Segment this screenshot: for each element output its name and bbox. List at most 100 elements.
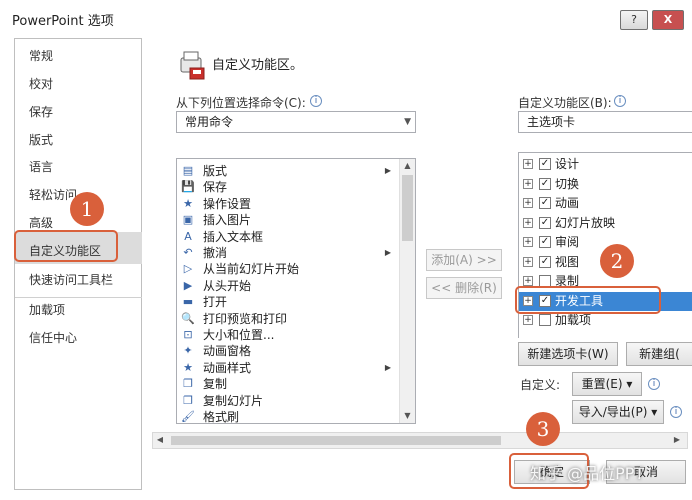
sidebar-item-proofing[interactable]: 校对 — [29, 75, 53, 92]
expand-icon[interactable]: + — [523, 178, 533, 189]
command-label: 打开 — [203, 295, 228, 310]
sidebar-item-layout[interactable]: 版式 — [29, 131, 53, 148]
tab-checkbox[interactable]: ✓ — [539, 158, 551, 170]
command-item[interactable]: ▤ 版式 ▶ — [181, 163, 395, 179]
command-label: 格式刷 — [203, 410, 240, 424]
sidebar-item-addins[interactable]: 加载项 — [29, 301, 65, 318]
expand-icon[interactable]: + — [523, 217, 533, 228]
scroll-right-icon[interactable]: ▶ — [671, 433, 683, 447]
command-item[interactable]: 💾 保存 — [181, 179, 395, 195]
horizontal-scroll-thumb[interactable] — [171, 436, 501, 445]
ribbon-tab-label: 设计 — [555, 157, 580, 171]
command-item[interactable]: ▬ 打开 — [181, 294, 395, 310]
command-label: 插入文本框 — [203, 229, 264, 244]
tab-checkbox[interactable]: ✓ — [539, 216, 551, 229]
start-current-slide-icon: ▷ — [183, 262, 193, 276]
command-item[interactable]: 🔍 打印预览和打印 — [181, 311, 395, 327]
expand-icon[interactable]: + — [523, 237, 533, 247]
sidebar-item-accessibility[interactable]: 轻松访问 — [29, 186, 77, 203]
import-export-button[interactable]: 导入/导出(P) ▾ — [572, 400, 664, 424]
command-item[interactable]: ▣ 插入图片 — [181, 212, 395, 228]
sidebar-item-quick-access[interactable]: 快速访问工具栏 — [29, 271, 113, 288]
choose-commands-dropdown[interactable]: 常用命令 ▼ — [176, 111, 416, 133]
save-icon: 💾 — [181, 180, 195, 194]
command-label: 版式 — [203, 164, 228, 178]
expand-icon[interactable]: + — [523, 256, 533, 267]
expand-icon[interactable]: + — [523, 159, 533, 169]
callout-badge-3: 3 — [526, 412, 560, 446]
format-painter-icon: 🖌 — [181, 410, 195, 423]
commands-scrollbar[interactable]: ▲ ▼ — [399, 159, 415, 423]
print-preview-icon: 🔍 — [181, 311, 195, 325]
command-item[interactable]: ❐ 复制 — [181, 376, 395, 392]
sidebar-item-advanced[interactable]: 高级 — [29, 214, 53, 231]
tab-checkbox[interactable]: ✓ — [539, 255, 551, 268]
customize-ribbon-icon — [180, 51, 205, 80]
expand-icon[interactable]: + — [523, 315, 533, 325]
ribbon-tab-label: 视图 — [555, 254, 580, 269]
sidebar-item-save[interactable]: 保存 — [29, 103, 53, 120]
sidebar-item-trust-center[interactable]: 信任中心 — [29, 329, 77, 346]
info-icon: i — [670, 406, 682, 418]
scroll-down-icon[interactable]: ▼ — [400, 409, 415, 423]
ribbon-tab-item[interactable]: + ✓ 设计 — [519, 155, 692, 174]
window-title: PowerPoint 选项 — [12, 14, 114, 29]
scroll-left-icon[interactable]: ◀ — [154, 433, 166, 447]
command-item[interactable]: 🖌 格式刷 — [181, 409, 395, 424]
ribbon-tab-label: 切换 — [555, 176, 580, 191]
command-item[interactable]: ▷ 从当前幻灯片开始 — [181, 261, 395, 277]
command-item[interactable]: A 插入文本框 — [181, 229, 395, 245]
copy-icon: ❐ — [183, 377, 193, 391]
sidebar-item-general[interactable]: 常规 — [29, 47, 53, 64]
choose-commands-value: 常用命令 — [185, 115, 234, 129]
help-button[interactable]: ? — [620, 10, 648, 30]
remove-button[interactable]: << 删除(R) — [426, 277, 502, 299]
open-folder-icon: ▬ — [182, 295, 194, 309]
reset-button[interactable]: 重置(E) ▾ — [572, 372, 642, 396]
textbox-icon: A — [184, 229, 192, 243]
horizontal-scrollbar[interactable]: ◀ ▶ — [152, 432, 688, 449]
title-bar: PowerPoint 选项 ? X — [0, 0, 692, 38]
command-item[interactable]: ★ 动画样式 ▶ — [181, 360, 395, 376]
tab-checkbox[interactable]: ✓ — [539, 197, 551, 209]
add-button[interactable]: 添加(A) >> — [426, 249, 502, 271]
command-label: 操作设置 — [203, 196, 252, 211]
command-item[interactable]: ❐ 复制幻灯片 — [181, 393, 395, 409]
sidebar-item-language[interactable]: 语言 — [29, 158, 53, 175]
command-item[interactable]: ▶ 从头开始 — [181, 278, 395, 294]
expand-icon[interactable]: + — [523, 198, 533, 208]
command-label: 大小和位置... — [203, 328, 275, 342]
expand-icon[interactable]: + — [523, 276, 533, 286]
tab-checkbox[interactable]: ✓ — [539, 177, 551, 190]
command-item[interactable]: ✦ 动画窗格 — [181, 343, 395, 359]
action-settings-icon: ★ — [183, 196, 193, 210]
command-item[interactable]: ★ 操作设置 — [181, 196, 395, 212]
new-tab-button[interactable]: 新建选项卡(W) — [518, 342, 618, 366]
commands-list[interactable]: ▤ 版式 ▶ 💾 保存 ★ 操作设置 ▣ 插入图片 A 插入文本框 ↶ 撤消 ▶ ▷ 从当前幻灯片开始 ▶ 从头开… — [176, 158, 416, 424]
ribbon-tab-item[interactable]: + ✓ 动画 — [519, 194, 692, 213]
command-item[interactable]: ⊡ 大小和位置... — [181, 327, 395, 343]
scroll-thumb[interactable] — [402, 175, 413, 241]
layout-icon: ▤ — [182, 164, 194, 177]
tab-checkbox[interactable]: ✓ — [539, 236, 551, 248]
new-group-button[interactable]: 新建组( — [626, 342, 692, 366]
info-icon: i — [310, 95, 322, 107]
ribbon-tab-item[interactable]: + ✓ 幻灯片放映 — [519, 214, 692, 233]
command-label: 复制幻灯片 — [203, 393, 264, 408]
sidebar-divider — [15, 297, 142, 298]
command-item[interactable]: ↶ 撤消 ▶ — [181, 245, 395, 261]
animation-styles-icon: ★ — [183, 360, 193, 374]
insert-picture-icon: ▣ — [182, 213, 194, 227]
command-label: 保存 — [203, 180, 228, 195]
callout-box-developer — [515, 286, 661, 314]
tab-checkbox[interactable] — [539, 314, 551, 326]
options-sidebar: 常规 校对 保存 版式 语言 轻松访问 高级 自定义功能区 快速访问工具栏 加载… — [14, 38, 142, 490]
command-label: 从当前幻灯片开始 — [203, 262, 300, 277]
ribbon-tab-item[interactable]: + ✓ 切换 — [519, 175, 692, 194]
size-position-icon: ⊡ — [183, 328, 193, 341]
customizations-label: 自定义: — [520, 378, 561, 392]
close-button[interactable]: X — [652, 10, 684, 30]
command-label: 从头开始 — [203, 278, 252, 293]
scroll-up-icon[interactable]: ▲ — [400, 159, 415, 173]
ribbon-tabs-dropdown[interactable]: 主选项卡 — [518, 111, 692, 133]
